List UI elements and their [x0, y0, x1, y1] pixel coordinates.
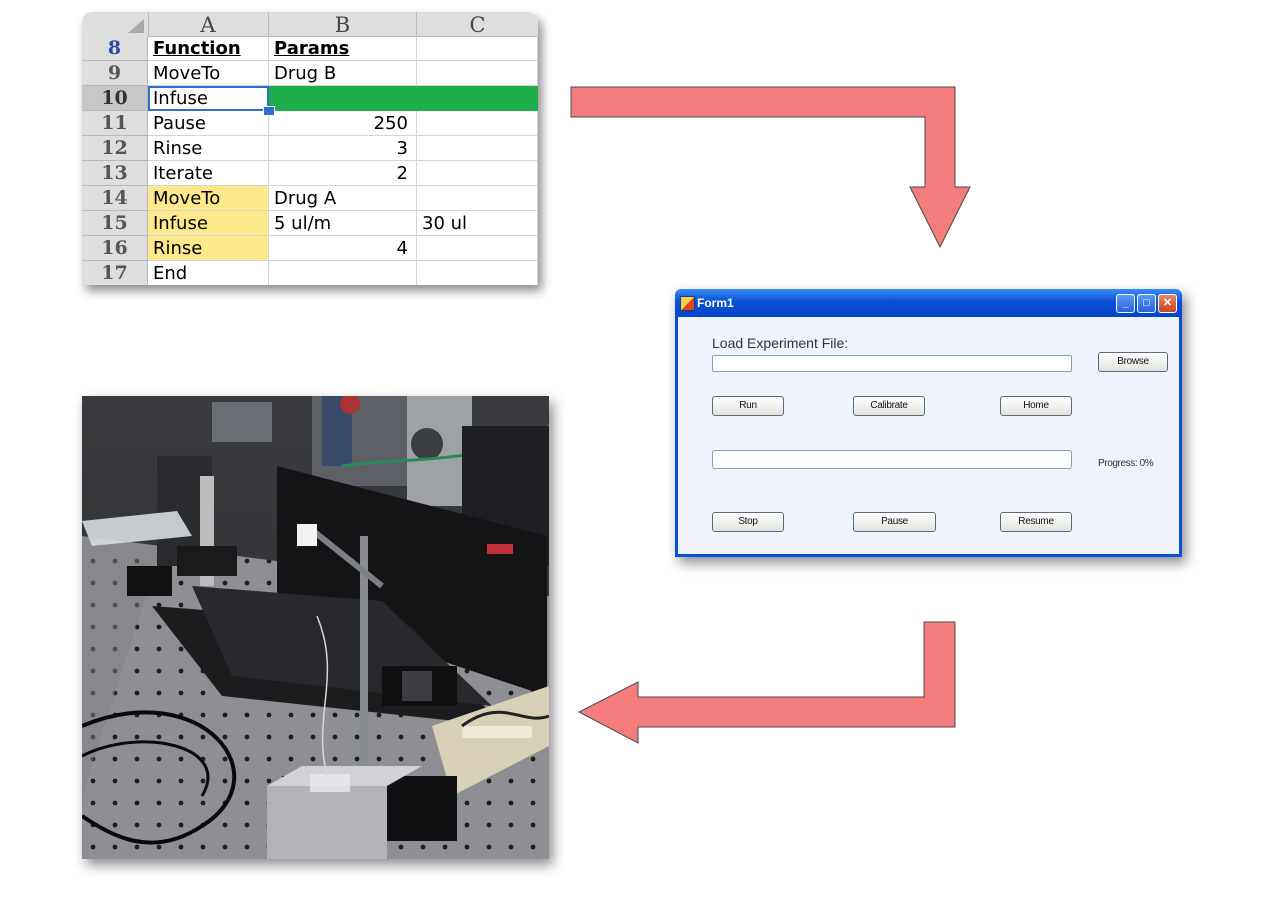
home-button[interactable]: Home: [1000, 396, 1072, 416]
hardware-setup-photo: [82, 396, 549, 859]
file-path-input[interactable]: [712, 355, 1072, 372]
app-icon: [680, 296, 695, 311]
arrow-form-to-hardware: [577, 621, 956, 744]
resume-button[interactable]: Resume: [1000, 512, 1072, 532]
minimize-button[interactable]: _: [1116, 294, 1135, 313]
form-client-area: Load Experiment File: Browse Run Calibra…: [675, 317, 1182, 557]
pause-button[interactable]: Pause: [853, 512, 936, 532]
window-title: Form1: [697, 296, 734, 310]
maximize-button[interactable]: □: [1137, 294, 1156, 313]
close-button[interactable]: ✕: [1158, 294, 1177, 313]
calibrate-button[interactable]: Calibrate: [853, 396, 925, 416]
photo-illustration: [82, 396, 549, 859]
browse-button[interactable]: Browse: [1098, 352, 1168, 372]
form1-window: Form1 _ □ ✕ Load Experiment File: Browse…: [675, 289, 1182, 557]
progress-label: Progress: 0%: [1098, 458, 1154, 469]
title-bar[interactable]: Form1 _ □ ✕: [675, 289, 1182, 317]
arrow-sheet-to-form: [570, 86, 971, 249]
progress-bar: [712, 450, 1072, 469]
run-button[interactable]: Run: [712, 396, 784, 416]
load-experiment-label: Load Experiment File:: [712, 335, 849, 351]
stop-button[interactable]: Stop: [712, 512, 784, 532]
